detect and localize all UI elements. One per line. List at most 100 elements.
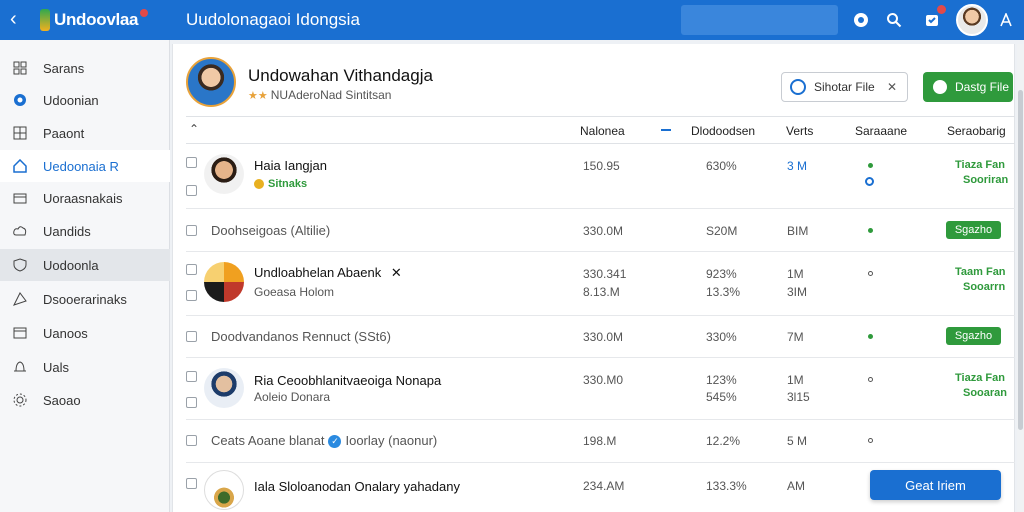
column-header-seraobarig[interactable]: Seraobarig [947, 124, 1006, 138]
row-value-nalonea: 330.M0 [583, 373, 624, 387]
row-divider [186, 462, 1015, 463]
file-icon [790, 79, 806, 95]
sidebar-item-uodoonla[interactable]: Uodoonla [0, 249, 170, 281]
row-title[interactable]: Haia Iangjan [254, 158, 327, 173]
sidebar-item-label: Sarans [43, 60, 85, 76]
row-value-dlodoodsen: 330% [706, 330, 737, 344]
row-value-dlodoodsen: 12.2% [706, 434, 741, 448]
status-chip[interactable]: Sgazho [946, 327, 1001, 345]
close-icon[interactable]: ✕ [391, 265, 402, 280]
status-dot-icon [868, 271, 873, 276]
badge-icon [254, 179, 264, 190]
row-subtitle: Goeasa Holom [254, 285, 335, 299]
scrollbar-thumb[interactable] [1018, 90, 1023, 430]
row-title[interactable]: Doohseigoas (Altilie) [211, 223, 330, 238]
row-checkbox[interactable] [186, 290, 197, 301]
search-bar[interactable] [681, 5, 838, 35]
verified-icon: ✓ [328, 435, 342, 449]
sidebar-item-saoao[interactable]: Saoao [0, 384, 170, 416]
row-title[interactable]: Ria Ceoobhlanitvaeoiga Nonapa [254, 373, 441, 388]
star-icon: ★★ [248, 89, 268, 102]
row-checkbox[interactable] [186, 225, 197, 236]
outline-button-label: Sihotar File [814, 80, 875, 94]
sidebar-item-sarans[interactable]: Sarans [0, 52, 170, 84]
avatar[interactable] [956, 4, 988, 36]
row-value-dlodoodsen-secondary: 13.3% [706, 285, 741, 299]
row-value-nalonea: 150.95 [583, 159, 620, 173]
sidebar-item-uoraasnakais[interactable]: Uoraasnakais [0, 182, 170, 214]
row-checkbox[interactable] [186, 478, 197, 489]
sidebar-item-label: Uodoonla [43, 257, 99, 273]
column-header-nalonea[interactable]: Nalonea [580, 124, 625, 138]
chevron-up-icon[interactable]: ⌃ [189, 122, 199, 136]
close-icon[interactable]: ✕ [887, 80, 897, 94]
column-header-verts[interactable]: Verts [786, 124, 813, 138]
row-status-secondary: Sooriran [963, 174, 1009, 186]
get-item-button[interactable]: Geat Iriem [870, 470, 1001, 500]
profile-name: Undowahan Vithandagja [248, 66, 433, 85]
row-status-primary: Tiaza Fan [955, 159, 1005, 171]
box-icon [11, 324, 29, 342]
row-divider [186, 357, 1015, 358]
outline-file-button[interactable]: Sihotar File ✕ [781, 72, 908, 102]
row-title[interactable]: Ceats Aoane blanat ✓ Ioorlay (naonur) [211, 433, 438, 449]
logo-text: Undoovlaa [54, 10, 139, 29]
sidebar-item-label: Dsooerarinaks [43, 291, 127, 307]
page-title: Uudolonagaoi Idongsia [186, 10, 360, 29]
sidebar-item-label: Uanoos [43, 325, 88, 341]
profile-subtitle: ★★ NUAderoNad Sintitsan [248, 88, 391, 102]
row-thumbnail [204, 470, 244, 510]
status-chip[interactable]: Sgazho [946, 221, 1001, 239]
logo-badge [140, 9, 149, 17]
sidebar-item-uals[interactable]: Uals [0, 351, 170, 383]
column-header-dlodoodsen[interactable]: Dlodoodsen [691, 124, 755, 138]
row-title-extra: Ioorlay (naonur) [345, 433, 438, 448]
row-checkbox[interactable] [186, 397, 197, 408]
sidebar-item-dsooerarinaks[interactable]: Dsooerarinaks [0, 283, 170, 315]
notification-dot [937, 5, 946, 14]
row-value-verts-secondary: 3l15 [787, 390, 810, 404]
bell-icon [11, 358, 29, 376]
row-checkbox[interactable] [186, 157, 197, 168]
row-subtitle: Sitnaks [254, 178, 307, 190]
row-checkbox[interactable] [186, 435, 197, 446]
status-dot-icon [868, 228, 873, 233]
row-title[interactable]: Iala Sloloanodan Onalary yahadany [254, 479, 460, 494]
row-value-dlodoodsen: 123% [706, 373, 737, 387]
row-divider [186, 208, 1015, 209]
sidebar-item-uanoos[interactable]: Uanoos [0, 317, 170, 349]
sort-indicator-icon[interactable] [661, 129, 671, 131]
help-icon[interactable] [851, 10, 871, 30]
search-icon[interactable] [884, 10, 904, 30]
row-divider [186, 251, 1015, 252]
row-value-verts: BIM [787, 224, 809, 238]
top-bar: ‹ Undoovlaa Uudolonagaoi Idongsia [0, 0, 1024, 40]
row-subtitle-text: Sitnaks [268, 178, 308, 190]
app-logo[interactable]: Undoovlaa [40, 9, 149, 31]
notification-icon[interactable] [922, 5, 946, 30]
card-icon [11, 189, 29, 207]
row-divider [186, 419, 1015, 420]
green-file-button[interactable]: Dastg File [923, 72, 1013, 102]
sidebar-item-uandids[interactable]: Uandids [0, 215, 170, 247]
column-header-saraaane[interactable]: Saraaane [855, 124, 907, 138]
chevron-left-icon[interactable]: ‹ [10, 8, 17, 30]
row-checkbox[interactable] [186, 185, 197, 196]
row-value-nalonea: 330.341 [583, 267, 627, 281]
row-status-primary: Taam Fan [955, 266, 1006, 278]
profile-avatar[interactable] [186, 57, 236, 107]
row-value-nalonea-secondary: 8.13.M [583, 285, 620, 299]
row-value-nalonea: 234.AM [583, 479, 625, 493]
status-ring-icon [865, 177, 874, 186]
sidebar-item-paaont[interactable]: Paaont [0, 117, 170, 149]
sidebar-item-uedoonaia[interactable]: Uedoonaia R [0, 150, 170, 182]
user-icon[interactable] [996, 10, 1016, 30]
row-title-text: Undloabhelan Abaenk [254, 265, 382, 280]
row-title[interactable]: Doodvandanos Rennuct (SSt6) [211, 329, 391, 344]
sidebar-item-udoonian[interactable]: Udoonian [0, 84, 170, 116]
logo-mark [40, 9, 50, 31]
row-checkbox[interactable] [186, 371, 197, 382]
row-checkbox[interactable] [186, 264, 197, 275]
row-title[interactable]: Undloabhelan Abaenk ✕ [254, 265, 402, 281]
row-checkbox[interactable] [186, 331, 197, 342]
